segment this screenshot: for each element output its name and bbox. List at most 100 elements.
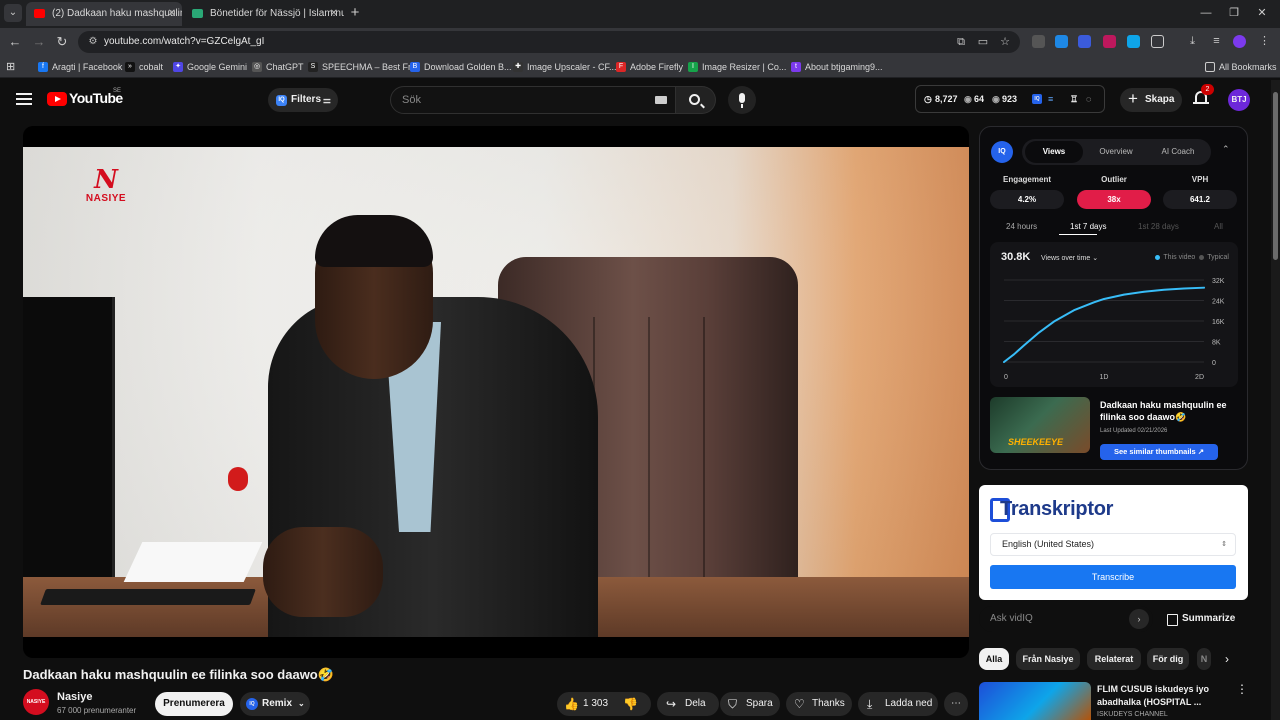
bookmark-twitch[interactable]: t About btjgaming9... [791, 56, 883, 78]
apps-grid-icon[interactable]: ⊞ [6, 56, 15, 78]
bookmark-star-icon[interactable]: ☆ [998, 35, 1012, 49]
recommended-thumbnail[interactable] [979, 682, 1091, 720]
chip-all[interactable]: Alla [979, 648, 1009, 670]
search-input[interactable]: Sök [390, 86, 676, 114]
see-similar-thumbnails-button[interactable]: See similar thumbnails ↗ [1100, 444, 1218, 460]
reading-list-icon[interactable]: ≡ [1210, 35, 1223, 48]
bookmark-resizer[interactable]: I Image Resizer | Co... [688, 56, 786, 78]
bookmark-chatgpt[interactable]: ◎ ChatGPT [252, 56, 304, 78]
scrollbar-thumb[interactable] [1273, 92, 1278, 260]
bookmark-speechma[interactable]: S SPEECHMA – Best Fr... [308, 56, 418, 78]
maximize-icon[interactable]: ❐ [1224, 4, 1244, 22]
video-player[interactable]: N NASIYE [23, 126, 969, 658]
create-button[interactable]: Skapa [1120, 87, 1182, 112]
account-avatar[interactable]: BTJ [1228, 89, 1250, 111]
site-info-icon[interactable]: ⚙ [86, 35, 100, 49]
vidiq-channel-stats[interactable]: ◷ 8,727 ◉ 64 ◉ 923 IQ ≡ ♖ ◌ [915, 85, 1105, 113]
translate-icon[interactable]: ⧉ [954, 35, 968, 49]
search-button[interactable] [676, 86, 716, 114]
close-window-icon[interactable]: ✕ [1252, 4, 1272, 22]
extension-icon[interactable] [1032, 35, 1045, 48]
all-bookmarks[interactable]: All Bookmarks [1205, 56, 1277, 78]
page-scrollbar[interactable] [1271, 80, 1280, 720]
keyboard-icon[interactable] [655, 96, 667, 104]
vidiq-filters-button[interactable]: IQ Filters ⚌ [268, 88, 338, 112]
video-frame[interactable]: N NASIYE [23, 147, 969, 637]
x-tick-label: 1D [1100, 374, 1109, 381]
chip-for-you[interactable]: För dig [1147, 648, 1189, 670]
recommended-title[interactable]: FLIM CUSUB iskudeys iyo abadhalka (HOSPI… [1097, 683, 1227, 709]
like-count[interactable]: 1 303 [583, 698, 608, 709]
language-select[interactable]: English (United States) ⇕ [990, 533, 1236, 556]
bookmark-golden[interactable]: B Download Golden B... [410, 56, 512, 78]
vidiq-icon[interactable]: IQ [1032, 94, 1042, 104]
tab-search-icon[interactable]: ⌄ [4, 4, 22, 22]
cast-icon[interactable]: ▭ [976, 35, 990, 49]
period-28d[interactable]: 1st 28 days [1138, 222, 1179, 231]
bookmark-gemini[interactable]: ✦ Google Gemini [173, 56, 247, 78]
collapse-chevron-icon[interactable]: ⌃ [1222, 144, 1230, 155]
like-icon[interactable]: 👍 [564, 692, 579, 716]
back-icon[interactable]: ← [6, 33, 24, 51]
dislike-icon[interactable]: 👎 [623, 692, 638, 716]
address-bar[interactable]: ⚙ youtube.com/watch?v=GZCelgAt_gI ⧉ ▭ ☆ [78, 31, 1020, 53]
thanks-button[interactable]: ♡ Thanks [786, 692, 852, 716]
channel-name[interactable]: Nasiye [57, 691, 92, 703]
browser-menu-icon[interactable]: ⋮ [1258, 35, 1271, 48]
extension-icon[interactable] [1078, 35, 1091, 48]
youtube-logo-icon[interactable] [47, 92, 67, 106]
extensions-puzzle-icon[interactable] [1151, 35, 1164, 48]
chat-icon[interactable]: ◌ [1086, 86, 1091, 112]
close-tab-icon[interactable]: ✕ [330, 2, 338, 26]
list-icon[interactable]: ≡ [1048, 86, 1053, 112]
video-thumbnail[interactable]: SHEEKEEYE [990, 397, 1090, 453]
trophy-icon[interactable]: ♖ [1070, 86, 1078, 112]
download-icon[interactable]: ⤓ [1186, 35, 1199, 48]
reload-icon[interactable]: ↻ [53, 33, 71, 51]
period-all[interactable]: All [1214, 222, 1223, 231]
remix-button[interactable]: IQ Remix ⌄ [240, 692, 310, 716]
subscribe-button[interactable]: Prenumerera [155, 692, 233, 716]
data-point [1203, 286, 1205, 289]
bookmark-upscaler[interactable]: ✚ Image Upscaler - CF... [513, 56, 617, 78]
summarize-button[interactable]: Summarize [1160, 606, 1248, 632]
views-over-time-dropdown[interactable]: Views over time ⌄ [1041, 254, 1098, 262]
tab-views[interactable]: Views [1025, 141, 1083, 163]
bookmark-firefly[interactable]: F Adobe Firefly [616, 56, 683, 78]
recommended-video[interactable]: FLIM CUSUB iskudeys iyo abadhalka (HOSPI… [979, 682, 1249, 720]
url-text[interactable]: youtube.com/watch?v=GZCelgAt_gI [104, 31, 264, 53]
extension-icon[interactable] [1055, 35, 1068, 48]
period-7d[interactable]: 1st 7 days [1070, 222, 1106, 231]
tab-ai-coach[interactable]: AI Coach [1149, 141, 1207, 163]
more-options-icon[interactable]: ⋮ [1236, 682, 1248, 696]
download-button[interactable]: ⤓ Ladda ned [858, 692, 938, 716]
chips-next-chevron-icon[interactable]: › [1225, 648, 1239, 670]
profile-avatar-icon[interactable] [1233, 35, 1246, 48]
notifications-bell-icon[interactable]: 2 [1193, 84, 1214, 106]
voice-search-mic-icon[interactable] [728, 86, 756, 114]
bookmark-facebook[interactable]: f Aragti | Facebook [38, 56, 122, 78]
ask-vidiq-input[interactable]: Ask vidIQ › [979, 606, 1153, 632]
menu-hamburger-icon[interactable] [16, 90, 32, 106]
forward-icon[interactable]: → [30, 33, 48, 51]
tab-overview[interactable]: Overview [1087, 141, 1145, 163]
period-24h[interactable]: 24 hours [1006, 222, 1037, 231]
chip-partial[interactable]: N [1197, 648, 1211, 670]
send-arrow-icon[interactable]: › [1129, 609, 1149, 629]
bookmark-cobalt[interactable]: » cobalt [125, 56, 163, 78]
minimize-icon[interactable]: — [1196, 4, 1216, 22]
data-point [1023, 344, 1025, 347]
share-button[interactable]: ↪ Dela [657, 692, 719, 716]
chip-related[interactable]: Relaterat [1087, 648, 1141, 670]
extension-icon[interactable] [1127, 35, 1140, 48]
save-button[interactable]: ⛉ Spara [720, 692, 780, 716]
more-actions-icon[interactable]: ⋯ [944, 692, 968, 716]
extension-icon[interactable] [1103, 35, 1116, 48]
tab-youtube[interactable]: (2) Dadkaan haku mashquulin e ✕ [26, 2, 182, 26]
new-tab-button[interactable]: + [346, 4, 364, 22]
chip-from-nasiye[interactable]: Från Nasiye [1016, 648, 1080, 670]
transcribe-button[interactable]: Transcribe [990, 565, 1236, 589]
close-tab-icon[interactable]: ✕ [168, 2, 176, 26]
channel-avatar[interactable]: NASIYE [23, 689, 49, 715]
tab-islam-nu[interactable]: Bönetider för Nässjö | Islam.nu ✕ [184, 2, 344, 26]
